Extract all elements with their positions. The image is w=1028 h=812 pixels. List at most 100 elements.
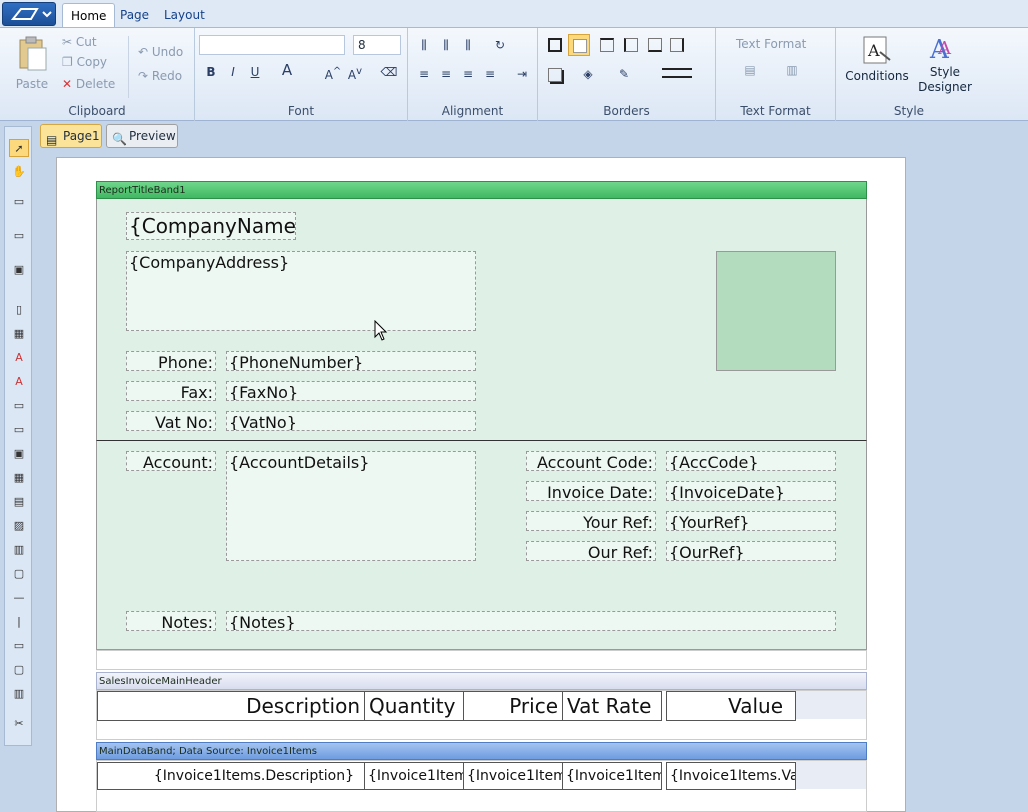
border-top-icon[interactable]	[600, 38, 614, 52]
bold-button[interactable]: B	[201, 62, 221, 82]
alignment-group-label: Alignment	[441, 104, 504, 118]
rich-text-tool-icon[interactable]: A	[9, 373, 29, 391]
vertical-line-tool-icon[interactable]: |	[9, 613, 29, 631]
align-center-icon[interactable]: ≡	[436, 64, 456, 84]
pan-tool-icon[interactable]: ✋	[9, 163, 29, 181]
tab-home[interactable]: Home	[62, 3, 116, 27]
clear-format-icon[interactable]: ⌫	[379, 62, 399, 82]
image-tool-icon[interactable]: ▨	[9, 517, 29, 535]
notes-field[interactable]: {Notes}	[226, 611, 836, 631]
font-size-combo[interactable]: 8	[353, 35, 401, 55]
invoice-date-field[interactable]: {InvoiceDate}	[666, 481, 836, 501]
invoice-date-label: Invoice Date:	[526, 481, 656, 501]
border-style-icon[interactable]	[662, 68, 692, 78]
main-data-band-header[interactable]: MainDataBand; Data Source: Invoice1Items	[96, 742, 867, 760]
align-middle-icon[interactable]: ⫼	[436, 35, 456, 55]
shadow-icon[interactable]	[548, 68, 562, 82]
cell-vat-rate[interactable]: {Invoice1Items.VatRate}	[562, 762, 662, 790]
format-alt-icon[interactable]: ▥	[782, 60, 802, 80]
data-band-tool-icon[interactable]: ▣	[9, 261, 29, 279]
cut-button[interactable]: ✂ Cut	[62, 32, 97, 52]
panel-tool-icon[interactable]: ▭	[9, 397, 29, 415]
align-justify-icon[interactable]: ≡	[480, 64, 500, 84]
table-tool-icon[interactable]: ▦	[9, 469, 29, 487]
chart-tool-icon[interactable]: ▥	[9, 685, 29, 703]
delete-button[interactable]: ✕ Delete	[62, 74, 115, 94]
header-value[interactable]: Value	[666, 691, 796, 721]
cell-description[interactable]: {Invoice1Items.Description}	[97, 762, 365, 790]
style-designer-button[interactable]: A A Style Designer	[916, 32, 974, 98]
header-vat-rate[interactable]: Vat Rate	[562, 691, 662, 721]
rotate-icon[interactable]: ↻	[490, 35, 510, 55]
redo-button[interactable]: ↷ Redo	[138, 66, 182, 86]
tab-page[interactable]: Page	[112, 3, 157, 27]
word-wrap-icon[interactable]: ⇥	[512, 64, 532, 84]
format-icon[interactable]: ▤	[740, 60, 760, 80]
delete-label: Delete	[75, 77, 116, 91]
cell-price[interactable]: {Invoice1Items.Price}	[463, 762, 563, 790]
company-name-field[interactable]: {CompanyName}	[126, 212, 296, 240]
report-title-band-header[interactable]: ReportTitleBand1	[96, 181, 867, 199]
account-code-field[interactable]: {AccCode}	[666, 451, 836, 471]
undo-button[interactable]: ↶ Undo	[138, 42, 183, 62]
tab-layout[interactable]: Layout	[156, 3, 213, 27]
company-address-field[interactable]: {CompanyAddress}	[126, 251, 476, 331]
align-right-icon[interactable]: ≡	[458, 64, 478, 84]
text-tool-icon[interactable]: A	[9, 349, 29, 367]
header-price[interactable]: Price	[463, 691, 563, 721]
fax-field[interactable]: {FaxNo}	[226, 381, 476, 401]
border-none-button[interactable]	[568, 34, 590, 56]
preview-tab[interactable]: 🔍 Preview	[106, 124, 178, 148]
underline-button[interactable]: U	[245, 62, 265, 82]
border-left-icon[interactable]	[624, 38, 638, 52]
page1-tab[interactable]: ▤ Page1	[40, 124, 102, 148]
subreport-tool-icon[interactable]: ▣	[9, 445, 29, 463]
your-ref-field[interactable]: {YourRef}	[666, 511, 836, 531]
clone-tool-icon[interactable]: ▭	[9, 421, 29, 439]
logo-image-placeholder[interactable]	[716, 251, 836, 371]
application-menu-button[interactable]	[2, 2, 56, 26]
band-tool-icon[interactable]: ▭	[9, 193, 29, 211]
border-all-icon[interactable]	[548, 38, 562, 52]
account-code-label: Account Code:	[526, 451, 656, 471]
shape-tool-icon[interactable]: ▢	[9, 565, 29, 583]
italic-button[interactable]: I	[223, 62, 243, 82]
align-bottom-icon[interactable]: ⫼	[458, 35, 478, 55]
cell-value[interactable]: {Invoice1Items.Value}	[666, 762, 796, 790]
header-description[interactable]: Description	[97, 691, 365, 721]
barcode-tool-icon[interactable]: ▥	[9, 541, 29, 559]
rectangle-tool-icon[interactable]: ▭	[9, 637, 29, 655]
container-tool-icon[interactable]: ▦	[9, 325, 29, 343]
main-header-band-header[interactable]: SalesInvoiceMainHeader	[96, 672, 867, 690]
conditions-button[interactable]: A Conditions	[844, 34, 910, 94]
cell-quantity[interactable]: {Invoice1Items.Quantity}	[364, 762, 464, 790]
grow-font-icon[interactable]: A^	[323, 62, 343, 82]
align-top-icon[interactable]: ⫼	[414, 35, 434, 55]
shrink-font-icon[interactable]: Av	[345, 62, 365, 82]
paste-button[interactable]: Paste	[12, 34, 52, 100]
pointer-tool-icon[interactable]: ➚	[9, 139, 29, 157]
border-right-icon[interactable]	[670, 38, 684, 52]
tools-icon[interactable]: ✂	[9, 715, 29, 733]
border-bottom-icon[interactable]	[648, 38, 662, 52]
rounded-rectangle-tool-icon[interactable]: ▢	[9, 661, 29, 679]
copy-button[interactable]: ❐ Copy	[62, 52, 107, 72]
horizontal-line-tool-icon[interactable]: —	[9, 589, 29, 607]
phone-label: Phone:	[126, 351, 216, 371]
our-ref-field[interactable]: {OurRef}	[666, 541, 836, 561]
page-tool-icon[interactable]: ▯	[9, 301, 29, 319]
text-format-dropdown[interactable]: Text Format	[736, 34, 806, 54]
svg-text:A: A	[867, 41, 880, 60]
vat-field[interactable]: {VatNo}	[226, 411, 476, 431]
font-name-combo[interactable]	[199, 35, 345, 55]
phone-field[interactable]: {PhoneNumber}	[226, 351, 476, 371]
align-left-icon[interactable]: ≡	[414, 64, 434, 84]
account-details-field[interactable]: {AccountDetails}	[226, 451, 476, 561]
header-quantity[interactable]: Quantity	[364, 691, 464, 721]
cross-band-tool-icon[interactable]: ▭	[9, 227, 29, 245]
font-color-icon[interactable]: A	[277, 60, 297, 80]
fill-color-icon[interactable]: ◈	[578, 64, 598, 84]
border-color-icon[interactable]: ✎	[614, 64, 634, 84]
label-tool-icon[interactable]: ▤	[9, 493, 29, 511]
copy-icon: ❐	[62, 55, 73, 69]
